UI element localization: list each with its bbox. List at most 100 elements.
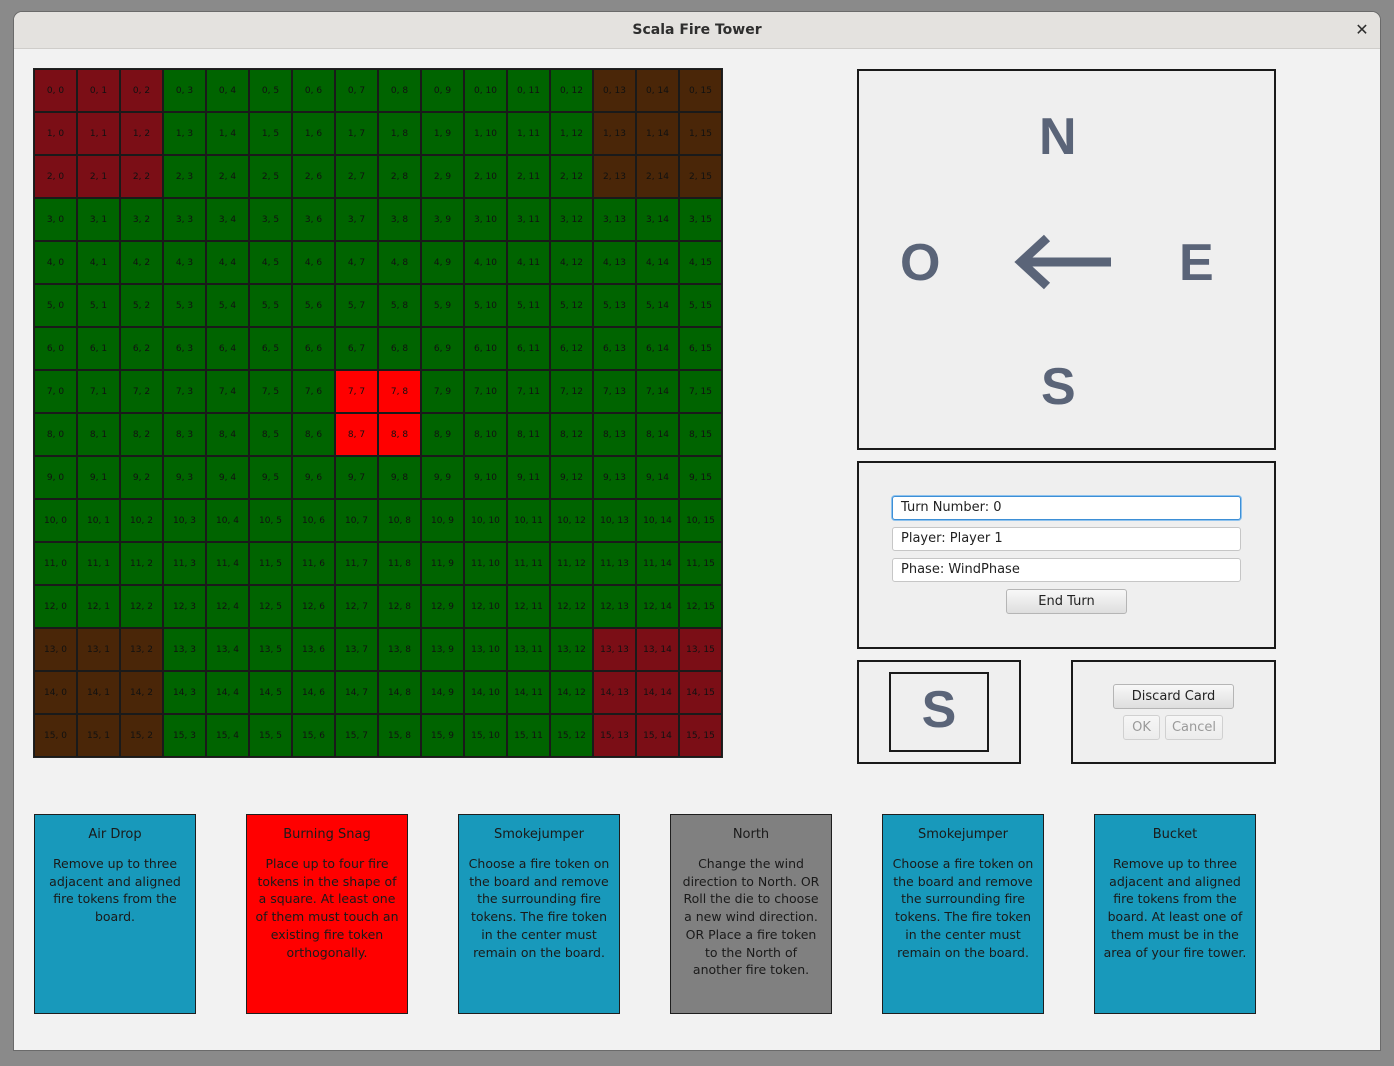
board-cell[interactable]: 10, 10 — [464, 499, 507, 542]
board-cell[interactable]: 1, 12 — [550, 112, 593, 155]
board-cell[interactable]: 8, 12 — [550, 413, 593, 456]
board-cell[interactable]: 4, 12 — [550, 241, 593, 284]
board-cell[interactable]: 14, 14 — [636, 671, 679, 714]
board-cell[interactable]: 1, 7 — [335, 112, 378, 155]
board-cell[interactable]: 1, 2 — [120, 112, 163, 155]
board-cell[interactable]: 15, 11 — [507, 714, 550, 757]
board-cell[interactable]: 15, 4 — [206, 714, 249, 757]
board-cell[interactable]: 1, 11 — [507, 112, 550, 155]
board-cell[interactable]: 3, 9 — [421, 198, 464, 241]
board-cell[interactable]: 6, 11 — [507, 327, 550, 370]
board-cell[interactable]: 4, 6 — [292, 241, 335, 284]
board-cell[interactable]: 11, 2 — [120, 542, 163, 585]
board-cell[interactable]: 7, 6 — [292, 370, 335, 413]
board-cell[interactable]: 4, 7 — [335, 241, 378, 284]
board-cell[interactable]: 15, 2 — [120, 714, 163, 757]
board-cell[interactable]: 5, 6 — [292, 284, 335, 327]
card-3[interactable]: North Change the wind direction to North… — [670, 814, 832, 1014]
board-cell[interactable]: 11, 4 — [206, 542, 249, 585]
board-cell[interactable]: 1, 15 — [679, 112, 722, 155]
board-cell[interactable]: 12, 10 — [464, 585, 507, 628]
board-cell[interactable]: 3, 11 — [507, 198, 550, 241]
board-cell[interactable]: 2, 1 — [77, 155, 120, 198]
board-cell[interactable]: 0, 13 — [593, 69, 636, 112]
board-cell[interactable]: 5, 8 — [378, 284, 421, 327]
board-cell[interactable]: 1, 9 — [421, 112, 464, 155]
board-cell[interactable]: 13, 2 — [120, 628, 163, 671]
board-cell[interactable]: 10, 8 — [378, 499, 421, 542]
board-cell[interactable]: 1, 5 — [249, 112, 292, 155]
board-cell[interactable]: 11, 0 — [34, 542, 77, 585]
board-cell[interactable]: 8, 11 — [507, 413, 550, 456]
board-cell[interactable]: 4, 2 — [120, 241, 163, 284]
board-cell[interactable]: 14, 6 — [292, 671, 335, 714]
board-cell[interactable]: 11, 11 — [507, 542, 550, 585]
board-cell[interactable]: 7, 13 — [593, 370, 636, 413]
board-cell[interactable]: 8, 3 — [163, 413, 206, 456]
board-cell[interactable]: 12, 0 — [34, 585, 77, 628]
board-cell[interactable]: 5, 2 — [120, 284, 163, 327]
board-cell[interactable]: 13, 0 — [34, 628, 77, 671]
board-cell[interactable]: 5, 13 — [593, 284, 636, 327]
board-cell[interactable]: 7, 8 — [378, 370, 421, 413]
board-cell[interactable]: 1, 14 — [636, 112, 679, 155]
board-cell[interactable]: 5, 1 — [77, 284, 120, 327]
board-cell[interactable]: 9, 14 — [636, 456, 679, 499]
board-cell[interactable]: 4, 13 — [593, 241, 636, 284]
board-cell[interactable]: 4, 0 — [34, 241, 77, 284]
board-cell[interactable]: 15, 5 — [249, 714, 292, 757]
board-cell[interactable]: 10, 5 — [249, 499, 292, 542]
board-cell[interactable]: 0, 15 — [679, 69, 722, 112]
board-cell[interactable]: 15, 13 — [593, 714, 636, 757]
board-cell[interactable]: 6, 6 — [292, 327, 335, 370]
phase-field[interactable]: Phase: WindPhase — [892, 558, 1241, 582]
board-cell[interactable]: 13, 5 — [249, 628, 292, 671]
board-cell[interactable]: 9, 0 — [34, 456, 77, 499]
board-cell[interactable]: 14, 0 — [34, 671, 77, 714]
board-cell[interactable]: 14, 1 — [77, 671, 120, 714]
board-cell[interactable]: 2, 10 — [464, 155, 507, 198]
board-cell[interactable]: 15, 14 — [636, 714, 679, 757]
board-cell[interactable]: 2, 3 — [163, 155, 206, 198]
board-cell[interactable]: 13, 14 — [636, 628, 679, 671]
board-cell[interactable]: 4, 5 — [249, 241, 292, 284]
board-cell[interactable]: 15, 9 — [421, 714, 464, 757]
wind-die[interactable]: S — [889, 672, 989, 752]
board-cell[interactable]: 8, 2 — [120, 413, 163, 456]
card-5[interactable]: Bucket Remove up to three adjacent and a… — [1094, 814, 1256, 1014]
board-cell[interactable]: 2, 4 — [206, 155, 249, 198]
close-icon[interactable]: ✕ — [1352, 20, 1372, 40]
board-cell[interactable]: 11, 3 — [163, 542, 206, 585]
board-cell[interactable]: 2, 0 — [34, 155, 77, 198]
board-cell[interactable]: 12, 11 — [507, 585, 550, 628]
board-cell[interactable]: 9, 13 — [593, 456, 636, 499]
board-cell[interactable]: 5, 12 — [550, 284, 593, 327]
board-cell[interactable]: 6, 13 — [593, 327, 636, 370]
board-cell[interactable]: 13, 13 — [593, 628, 636, 671]
board-cell[interactable]: 10, 13 — [593, 499, 636, 542]
board-cell[interactable]: 14, 2 — [120, 671, 163, 714]
board-cell[interactable]: 11, 9 — [421, 542, 464, 585]
board-cell[interactable]: 7, 10 — [464, 370, 507, 413]
board-cell[interactable]: 8, 6 — [292, 413, 335, 456]
board-cell[interactable]: 12, 15 — [679, 585, 722, 628]
board-cell[interactable]: 1, 10 — [464, 112, 507, 155]
board-cell[interactable]: 3, 5 — [249, 198, 292, 241]
board-cell[interactable]: 8, 5 — [249, 413, 292, 456]
board-cell[interactable]: 7, 3 — [163, 370, 206, 413]
board-cell[interactable]: 6, 12 — [550, 327, 593, 370]
board-cell[interactable]: 14, 13 — [593, 671, 636, 714]
board-cell[interactable]: 2, 13 — [593, 155, 636, 198]
board-cell[interactable]: 0, 7 — [335, 69, 378, 112]
board-cell[interactable]: 0, 0 — [34, 69, 77, 112]
board-cell[interactable]: 5, 3 — [163, 284, 206, 327]
board-cell[interactable]: 9, 2 — [120, 456, 163, 499]
board-cell[interactable]: 9, 5 — [249, 456, 292, 499]
card-1[interactable]: Burning Snag Place up to four fire token… — [246, 814, 408, 1014]
board-cell[interactable]: 10, 7 — [335, 499, 378, 542]
board-cell[interactable]: 15, 0 — [34, 714, 77, 757]
board-cell[interactable]: 0, 12 — [550, 69, 593, 112]
board-cell[interactable]: 3, 4 — [206, 198, 249, 241]
board-cell[interactable]: 1, 8 — [378, 112, 421, 155]
board-cell[interactable]: 3, 2 — [120, 198, 163, 241]
